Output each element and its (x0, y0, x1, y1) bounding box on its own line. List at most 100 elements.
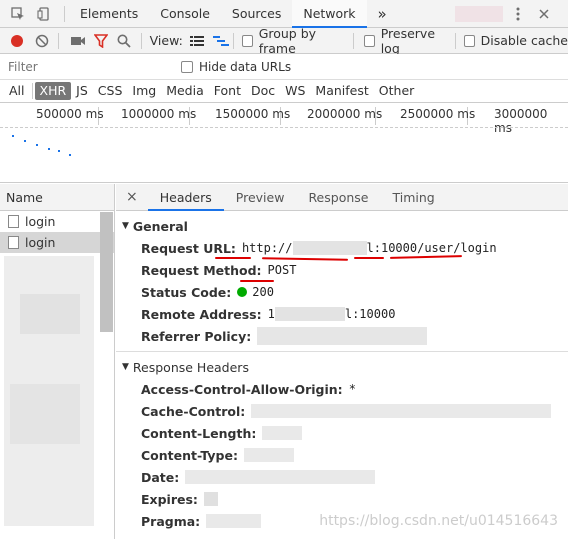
filter-type-media[interactable]: Media (161, 82, 209, 100)
group-by-frame-checkbox[interactable] (242, 34, 253, 47)
document-icon (8, 236, 19, 249)
filter-type-manifest[interactable]: Manifest (310, 82, 373, 100)
redacted-value (203, 492, 218, 506)
divider (140, 32, 142, 49)
redacted-area (20, 294, 80, 334)
section-title: Response Headers (132, 359, 249, 375)
content-type-row: Content-Type: (116, 444, 568, 466)
document-icon (8, 215, 19, 228)
redacted-area (10, 384, 80, 444)
request-list-scrollbar[interactable] (100, 212, 113, 332)
header-key: Cache-Control: (141, 403, 246, 419)
content-length-row: Content-Length: (116, 422, 568, 444)
more-tabs-button[interactable]: » (367, 0, 398, 28)
tab-timing[interactable]: Timing (380, 184, 446, 211)
timeline-overview[interactable]: 500000 ms 1000000 ms 1500000 ms 2000000 … (0, 103, 568, 183)
cache-control-row: Cache-Control: (116, 400, 568, 422)
tab-headers[interactable]: Headers (147, 184, 224, 211)
request-item-label: login (25, 235, 56, 250)
tab-elements[interactable]: Elements (69, 0, 149, 28)
close-icon[interactable] (534, 4, 554, 24)
name-column-header[interactable]: Name (0, 184, 114, 211)
section-divider (116, 351, 568, 352)
filter-type-img[interactable]: Img (127, 82, 161, 100)
general-section-header[interactable]: ▼ General (116, 215, 568, 237)
waterfall-icon[interactable] (212, 31, 229, 51)
filter-type-css[interactable]: CSS (93, 82, 128, 100)
header-key: Expires: (141, 491, 198, 507)
divider (64, 5, 65, 22)
section-title: General (132, 218, 188, 234)
header-key: Status Code: (141, 284, 232, 300)
screenshot-video-icon[interactable] (69, 31, 86, 51)
hide-data-urls-checkbox[interactable] (181, 60, 193, 73)
devtools-tabbar: Elements Console Sources Network » (0, 0, 568, 28)
divider (58, 32, 60, 49)
request-item-label: login (25, 214, 56, 229)
filter-icon[interactable] (92, 31, 109, 51)
status-ok-icon (237, 287, 248, 297)
timeline-request-dot (58, 150, 60, 152)
redacted-host (292, 241, 367, 255)
inspect-element-icon[interactable] (8, 4, 28, 24)
preserve-log-label: Preserve log (380, 25, 436, 56)
resource-type-filter: All XHR JS CSS Img Media Font Doc WS Man… (0, 80, 568, 103)
remote-address-prefix: 1 (267, 307, 275, 321)
timeline-request-dot (48, 148, 50, 150)
date-row: Date: (116, 466, 568, 488)
filter-type-ws[interactable]: WS (280, 82, 310, 100)
acao-row: Access-Control-Allow-Origin: * (116, 378, 568, 400)
redacted-value (262, 426, 303, 440)
preserve-log-checkbox[interactable] (364, 34, 375, 47)
request-list: Name login login (0, 184, 115, 539)
referrer-policy-row: Referrer Policy: (116, 325, 568, 347)
timeline-tick: 500000 ms (36, 107, 104, 121)
filter-type-other[interactable]: Other (374, 82, 420, 100)
redacted-address (274, 307, 345, 321)
header-key: Referrer Policy: (141, 328, 252, 344)
disable-cache-checkbox[interactable] (464, 34, 475, 47)
filter-type-all[interactable]: All (4, 82, 30, 100)
annotation-underline (215, 257, 251, 259)
filter-type-font[interactable]: Font (209, 82, 246, 100)
redacted-value (251, 404, 552, 418)
request-url-value: l:10000/user/login (366, 241, 497, 255)
tab-console[interactable]: Console (149, 0, 221, 28)
divider (455, 32, 457, 49)
request-url-row: Request URL: http:// l:10000/user/login (116, 237, 568, 259)
request-method-value: POST (267, 263, 297, 277)
timeline-request-dot (24, 140, 26, 142)
redacted-value (257, 327, 428, 345)
redacted-value (185, 470, 376, 484)
large-rows-icon[interactable] (189, 31, 206, 51)
triangle-down-icon: ▼ (122, 221, 129, 231)
search-icon[interactable] (116, 31, 133, 51)
request-item-login-selected[interactable]: login (0, 232, 114, 253)
status-code-value: 200 (252, 285, 274, 299)
tab-preview[interactable]: Preview (224, 184, 297, 211)
response-headers-section-header[interactable]: ▼ Response Headers (116, 356, 568, 378)
header-key: Remote Address: (141, 306, 262, 322)
clear-icon[interactable] (33, 31, 50, 51)
tab-response[interactable]: Response (296, 184, 380, 211)
close-details-button[interactable]: × (116, 184, 148, 211)
divider (353, 32, 355, 49)
tab-network[interactable]: Network (292, 0, 367, 28)
timeline-tick: 1500000 ms (215, 107, 291, 121)
acao-value: * (348, 382, 356, 396)
tab-sources[interactable]: Sources (221, 0, 292, 28)
expires-row: Expires: (116, 488, 568, 510)
filter-type-js[interactable]: JS (71, 82, 93, 100)
filter-input[interactable] (0, 56, 165, 77)
view-label: View: (149, 33, 183, 48)
record-icon[interactable] (8, 31, 25, 51)
more-options-icon[interactable] (508, 4, 528, 24)
device-toolbar-icon[interactable] (34, 4, 54, 24)
timeline-tick: 2000000 ms (307, 107, 383, 121)
request-item-login[interactable]: login (0, 211, 114, 232)
request-details: × Headers Preview Response Timing ▼ Gene… (116, 184, 568, 539)
timeline-tick: 2500000 ms (400, 107, 476, 121)
filter-type-doc[interactable]: Doc (246, 82, 280, 100)
request-url-scheme: http:// (241, 241, 293, 255)
filter-type-xhr[interactable]: XHR (34, 82, 72, 100)
